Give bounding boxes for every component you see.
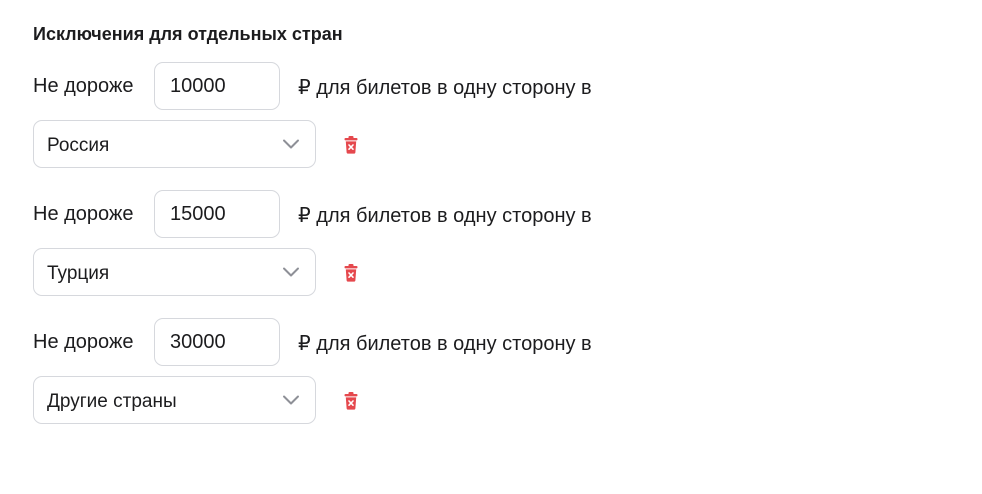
price-line: Не дороже ₽ для билетов в одну сторону в	[33, 190, 933, 238]
price-prefix-label: Не дороже	[33, 203, 134, 225]
country-select-value: Турция	[47, 263, 110, 284]
price-prefix-label: Не дороже	[33, 75, 134, 97]
price-suffix-label: ₽ для билетов в одну сторону в	[298, 333, 592, 355]
price-suffix-label: ₽ для билетов в одну сторону в	[298, 77, 592, 99]
chevron-down-icon	[283, 139, 299, 149]
max-price-input[interactable]	[154, 190, 280, 238]
country-line: Другие страны	[33, 376, 933, 424]
country-line: Россия	[33, 120, 933, 168]
price-line: Не дороже ₽ для билетов в одну сторону в	[33, 62, 933, 110]
trash-icon[interactable]	[341, 391, 361, 411]
exception-rule: Не дороже ₽ для билетов в одну сторону в…	[33, 318, 933, 494]
country-select[interactable]: Турция	[33, 248, 316, 296]
section-title: Исключения для отдельных стран	[33, 24, 343, 44]
trash-icon[interactable]	[341, 263, 361, 283]
country-select[interactable]: Россия	[33, 120, 316, 168]
price-suffix-label: ₽ для билетов в одну сторону в	[298, 205, 592, 227]
chevron-down-icon	[283, 267, 299, 277]
price-prefix-label: Не дороже	[33, 331, 134, 353]
price-line: Не дороже ₽ для билетов в одну сторону в	[33, 318, 933, 366]
country-select-value: Россия	[47, 135, 110, 156]
chevron-down-icon	[283, 395, 299, 405]
max-price-input[interactable]	[154, 318, 280, 366]
country-select-value: Другие страны	[47, 391, 177, 412]
trash-icon[interactable]	[341, 135, 361, 155]
max-price-input[interactable]	[154, 62, 280, 110]
country-line: Турция	[33, 248, 933, 296]
country-select[interactable]: Другие страны	[33, 376, 316, 424]
